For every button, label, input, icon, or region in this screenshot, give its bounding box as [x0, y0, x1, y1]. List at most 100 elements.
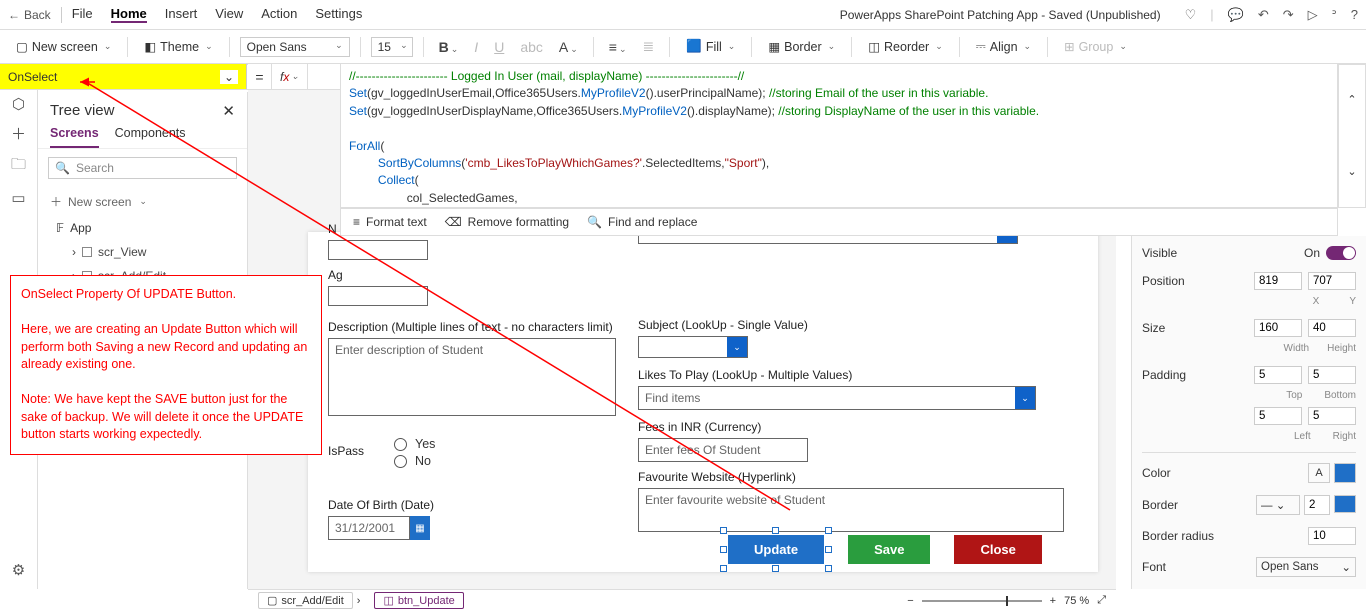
- health-icon[interactable]: ♡: [1185, 7, 1197, 23]
- height-input[interactable]: [1308, 319, 1356, 337]
- ispass-label: IsPass: [328, 444, 364, 458]
- equals-label: =: [248, 64, 272, 89]
- comment-icon[interactable]: 💬: [1228, 7, 1244, 23]
- close-button[interactable]: Close: [954, 535, 1041, 564]
- formula-expand[interactable]: ⌃ ⌄: [1338, 64, 1366, 208]
- strike-icon[interactable]: abc: [515, 39, 548, 55]
- format-text-button[interactable]: ≡ Format text: [353, 215, 427, 229]
- group-button: ⊞ Group⌄: [1058, 30, 1133, 63]
- formula-toolbar: ≡ Format text ⌫ Remove formatting 🔍 Find…: [340, 208, 1338, 236]
- border-style-select[interactable]: — ⌄: [1256, 495, 1300, 515]
- border-button[interactable]: ▦ Border⌄: [762, 30, 841, 63]
- menu-insert[interactable]: Insert: [165, 6, 198, 23]
- status-bar: ▢ scr_Add/Edit › ◫ btn_Update − + 75 % ⤢: [248, 589, 1116, 611]
- width-input[interactable]: [1254, 319, 1302, 337]
- website-label: Favourite Website (Hyperlink): [638, 470, 1038, 484]
- zoom-in-icon[interactable]: +: [1050, 595, 1056, 607]
- align-button[interactable]: ⎓ Align⌄: [970, 30, 1037, 63]
- fees-input[interactable]: Enter fees Of Student: [638, 438, 808, 462]
- help-icon[interactable]: ?: [1351, 7, 1358, 23]
- ribbon: ▢ New screen ⌄ ◧ Theme ⌄ Open Sans⌄ 15⌄ …: [0, 30, 1366, 64]
- save-button[interactable]: Save: [848, 535, 930, 564]
- media-rail-icon[interactable]: ▭: [0, 189, 37, 207]
- subject-label: Subject (LookUp - Single Value): [638, 318, 1038, 332]
- insert-rail-icon[interactable]: ⬡: [0, 95, 37, 113]
- undo-icon[interactable]: ↶: [1258, 7, 1269, 23]
- italic-icon[interactable]: I: [469, 39, 483, 55]
- annotation-callout: OnSelect Property Of UPDATE Button. Here…: [10, 275, 322, 455]
- menu-view[interactable]: View: [215, 6, 243, 23]
- tab-screens[interactable]: Screens: [50, 126, 99, 148]
- form-screen: N Ag Description (Multiple lines of text…: [308, 232, 1098, 572]
- fx-label[interactable]: fx⌄: [272, 64, 308, 89]
- zoom-value: 75 %: [1064, 595, 1089, 607]
- fill-button[interactable]: 🟦 Fill⌄: [680, 30, 741, 63]
- tab-components[interactable]: Components: [115, 126, 186, 148]
- font-size-select[interactable]: 15⌄: [371, 37, 413, 57]
- pad-left-input[interactable]: [1254, 407, 1302, 425]
- zoom-slider[interactable]: [922, 600, 1042, 602]
- description-input[interactable]: Enter description of Student: [328, 338, 616, 416]
- tree-app[interactable]: 𝔽 App: [38, 216, 247, 240]
- likes-combo[interactable]: Find items⌄: [638, 386, 1036, 410]
- menu-home[interactable]: Home: [111, 6, 147, 23]
- text-color-swatch[interactable]: A: [1308, 463, 1330, 483]
- visible-toggle[interactable]: [1326, 246, 1356, 260]
- tree-new-screen[interactable]: ＋ New screen ⌄: [38, 187, 247, 216]
- description-label: Description (Multiple lines of text - no…: [328, 320, 618, 334]
- border-color-swatch[interactable]: [1334, 495, 1356, 513]
- tree-item-scr-view[interactable]: › scr_View: [38, 240, 247, 264]
- breadcrumb-screen[interactable]: ▢ scr_Add/Edit: [258, 592, 353, 609]
- font-select-prop[interactable]: Open Sans⌄: [1256, 557, 1356, 577]
- ispass-yes-radio[interactable]: Yes: [394, 437, 435, 451]
- redo-icon[interactable]: ↷: [1283, 7, 1294, 23]
- underline-icon[interactable]: U: [489, 39, 509, 55]
- pad-top-input[interactable]: [1254, 366, 1302, 384]
- pos-x-input[interactable]: [1254, 272, 1302, 290]
- border-width-input[interactable]: [1304, 495, 1330, 515]
- close-tree-icon[interactable]: ✕: [222, 102, 235, 120]
- theme-button[interactable]: ◧ Theme ⌄: [138, 30, 218, 63]
- remove-formatting-button[interactable]: ⌫ Remove formatting: [445, 215, 569, 229]
- expand-down-icon[interactable]: ⌄: [1339, 136, 1365, 208]
- new-screen-button[interactable]: ▢ New screen ⌄: [10, 30, 117, 63]
- update-button[interactable]: Update: [728, 535, 824, 564]
- calendar-icon[interactable]: ▦: [410, 516, 430, 540]
- pos-y-input[interactable]: [1308, 272, 1356, 290]
- share-icon[interactable]: ᐣ: [1332, 7, 1337, 23]
- dob-input[interactable]: 31/12/2001: [328, 516, 410, 540]
- formula-code[interactable]: //----------------------- Logged In User…: [340, 64, 1338, 208]
- pad-bottom-input[interactable]: [1308, 366, 1356, 384]
- font-color-icon[interactable]: A⌄: [554, 39, 583, 55]
- fill-color-swatch[interactable]: [1334, 463, 1356, 483]
- font-select[interactable]: Open Sans⌄: [240, 37, 350, 57]
- data-rail-icon[interactable]: 🗀: [0, 154, 37, 179]
- property-selector[interactable]: OnSelect: [0, 64, 247, 89]
- text-align-ribbon-icon[interactable]: ≡⌄: [604, 39, 632, 55]
- expand-up-icon[interactable]: ⌃: [1339, 64, 1365, 136]
- valign-icon[interactable]: ≣: [638, 38, 660, 55]
- find-replace-button[interactable]: 🔍 Find and replace: [587, 215, 697, 229]
- likes-label: Likes To Play (LookUp - Multiple Values): [638, 368, 1038, 382]
- zoom-out-icon[interactable]: −: [907, 595, 913, 607]
- reorder-button[interactable]: ◫ Reorder⌄: [862, 30, 949, 63]
- breadcrumb-control[interactable]: ◫ btn_Update: [374, 592, 463, 609]
- menu-file[interactable]: File: [72, 6, 93, 23]
- radius-input[interactable]: [1308, 527, 1356, 545]
- tree-search[interactable]: 🔍 Search: [48, 157, 237, 179]
- add-rail-icon[interactable]: ＋: [0, 123, 37, 144]
- settings-rail-icon[interactable]: ⚙: [0, 561, 37, 579]
- ispass-no-radio[interactable]: No: [394, 454, 435, 468]
- bold-icon[interactable]: B⌄: [434, 39, 464, 55]
- website-input[interactable]: Enter favourite website of Student: [638, 488, 1064, 532]
- tree-title: Tree view: [50, 102, 114, 120]
- menu-action[interactable]: Action: [261, 6, 297, 23]
- play-icon[interactable]: ▷: [1308, 7, 1318, 23]
- menu-settings[interactable]: Settings: [315, 6, 362, 23]
- subject-combo[interactable]: ⌄: [638, 336, 748, 358]
- main-menus: File Home Insert View Action Settings: [72, 6, 363, 23]
- pad-right-input[interactable]: [1308, 407, 1356, 425]
- properties-panel: VisibleOn Position XY Size WidthHeight P…: [1131, 236, 1366, 589]
- fit-icon[interactable]: ⤢: [1097, 594, 1106, 607]
- back-button[interactable]: ← Back: [8, 8, 51, 22]
